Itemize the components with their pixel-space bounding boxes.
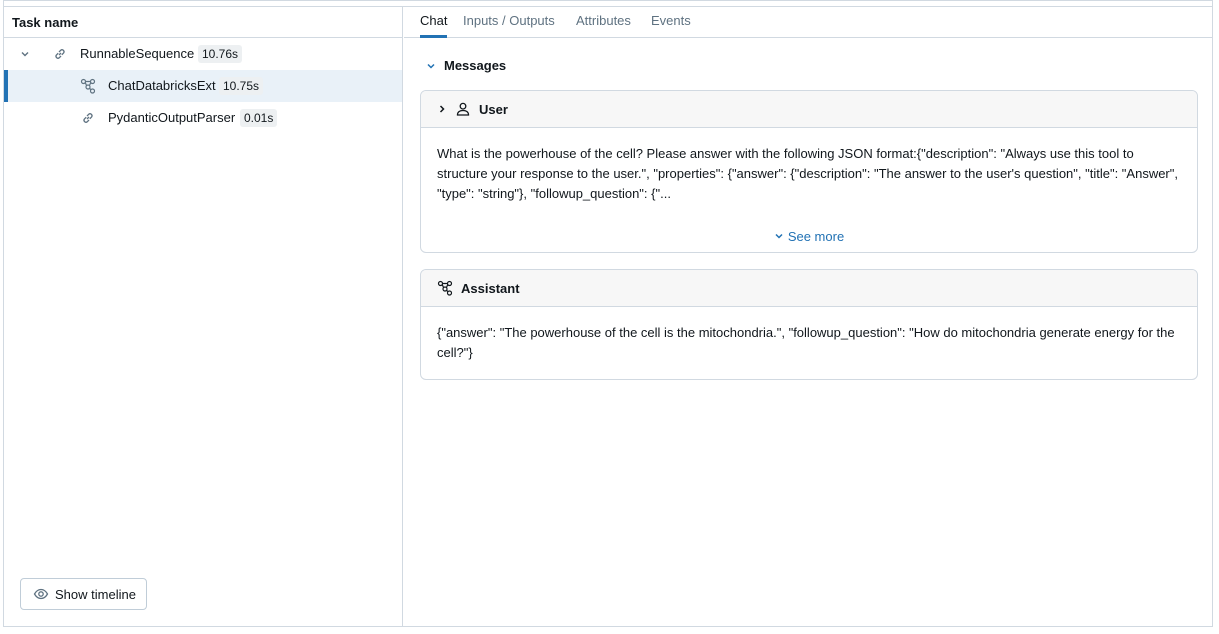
message-role-label: User	[479, 101, 508, 117]
assistant-message-header: Assistant	[421, 270, 1197, 307]
user-message-header[interactable]: User	[421, 91, 1197, 128]
tab-attributes[interactable]: Attributes	[576, 13, 631, 28]
assistant-message-text: {"answer": "The powerhouse of the cell i…	[437, 325, 1175, 360]
link-icon	[80, 110, 96, 126]
see-more-link[interactable]: See more	[421, 226, 1197, 246]
link-icon	[52, 46, 68, 62]
model-icon	[80, 78, 96, 94]
detail-tabs: Chat Inputs / Outputs Attributes Events	[404, 7, 1212, 38]
chevron-down-icon	[426, 61, 436, 71]
duration-badge: 10.76s	[198, 45, 243, 63]
tab-events[interactable]: Events	[651, 13, 691, 28]
chevron-right-icon[interactable]	[437, 104, 447, 114]
active-tab-indicator	[420, 35, 447, 38]
task-name-column-label: Task name	[12, 14, 79, 30]
message-role-label: Assistant	[461, 280, 520, 296]
task-tree-header: Task name	[4, 7, 402, 38]
tree-node-label: RunnableSequence	[80, 46, 195, 61]
assistant-message-card: Assistant {"answer": "The powerhouse of …	[420, 269, 1198, 380]
show-timeline-label: Show timeline	[55, 586, 136, 602]
messages-label: Messages	[444, 58, 507, 73]
task-tree-panel: Task name RunnableSequence 10.76s ChatDa…	[4, 7, 403, 626]
see-more-label: See more	[787, 228, 845, 244]
tree-node-label: ChatDatabricksExt	[108, 78, 216, 93]
chevron-down-icon	[774, 231, 784, 241]
detail-panel: Chat Inputs / Outputs Attributes Events …	[404, 7, 1212, 626]
messages-section-toggle[interactable]: Messages	[426, 58, 506, 73]
tab-chat[interactable]: Chat	[420, 13, 447, 28]
user-icon	[455, 101, 471, 117]
tab-inputs-outputs[interactable]: Inputs / Outputs	[463, 13, 555, 28]
tree-row-pydantic-output-parser[interactable]: PydanticOutputParser 0.01s	[4, 102, 402, 134]
model-icon	[437, 280, 453, 296]
tree-row-runnable-sequence[interactable]: RunnableSequence 10.76s	[4, 38, 402, 70]
show-timeline-button[interactable]: Show timeline	[20, 578, 147, 610]
duration-badge: 0.01s	[240, 109, 278, 127]
tree-node-label: PydanticOutputParser	[108, 110, 236, 125]
eye-icon	[33, 586, 49, 602]
user-message-text: What is the powerhouse of the cell? Plea…	[437, 146, 1178, 201]
user-message-card: User What is the powerhouse of the cell?…	[420, 90, 1198, 253]
chevron-down-icon[interactable]	[19, 48, 31, 60]
tree-row-chat-databricks-ext[interactable]: ChatDatabricksExt 10.75s	[4, 70, 402, 102]
duration-badge: 10.75s	[219, 77, 264, 95]
